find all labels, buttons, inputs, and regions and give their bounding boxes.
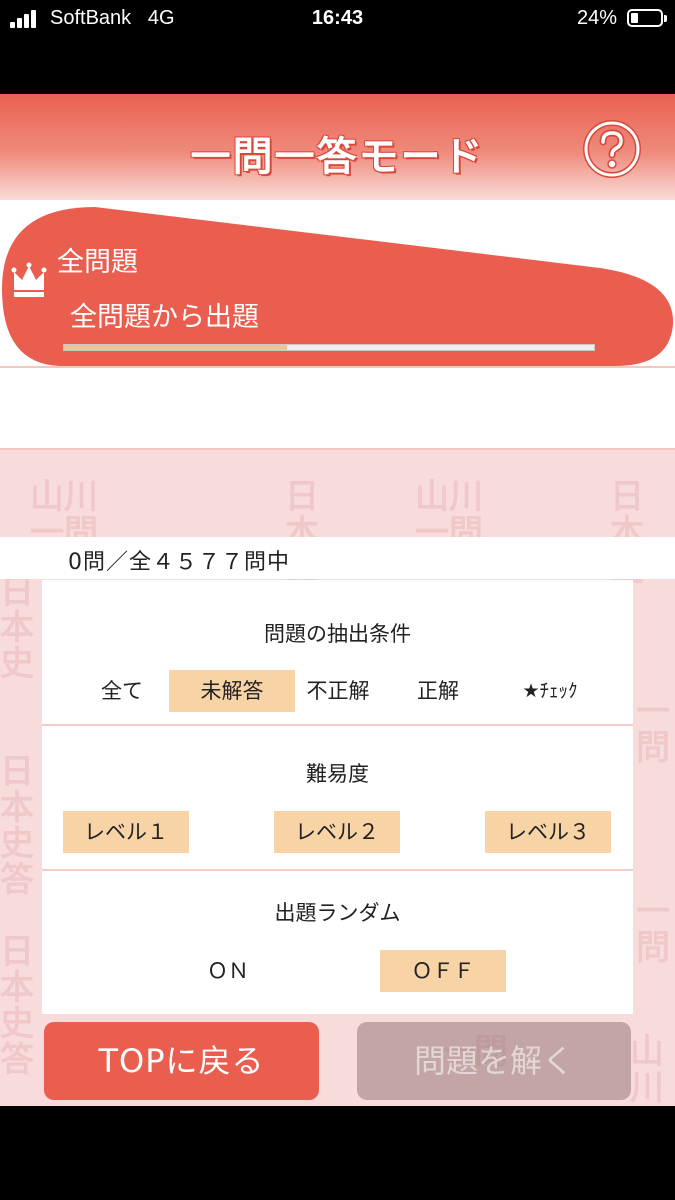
header-bar: 一問一答モード xyxy=(0,94,675,200)
back-to-top-button[interactable]: TOPに戻る xyxy=(44,1022,319,1100)
extract-title: 問題の抽出条件 xyxy=(264,622,411,646)
divider xyxy=(0,366,675,368)
battery-icon xyxy=(627,9,667,27)
divider xyxy=(0,448,675,450)
progress-bar xyxy=(63,344,595,351)
random-on[interactable]: ＯＮ xyxy=(190,950,266,992)
section-divider xyxy=(42,724,633,726)
watermark: 日本史 xyxy=(0,572,34,684)
battery-percent: 24% xyxy=(576,7,617,29)
difficulty-level-2[interactable]: レベル２ xyxy=(274,811,400,853)
watermark: 一問 xyxy=(636,892,670,968)
phone-screen: SoftBank 4G 16:43 24% 山川一問 日本史 山川一問 日本史 … xyxy=(0,0,675,1200)
progress-fill xyxy=(64,345,287,350)
watermark: 一問 xyxy=(636,692,670,768)
extract-option-check[interactable]: ★ﾁｪｯｸ xyxy=(505,670,595,712)
question-count: 0問／全４５７７問中 xyxy=(68,550,290,575)
category-title: 全問題 xyxy=(57,247,138,278)
solve-button[interactable]: 問題を解く xyxy=(357,1022,631,1100)
status-bar: SoftBank 4G 16:43 24% xyxy=(0,0,675,40)
clock: 16:43 xyxy=(311,7,364,29)
difficulty-title: 難易度 xyxy=(306,762,369,786)
watermark: 日本史答 xyxy=(0,752,34,900)
category-subtitle: 全問題から出題 xyxy=(70,302,259,333)
random-off[interactable]: ＯＦＦ xyxy=(380,950,506,992)
difficulty-level-3[interactable]: レベル３ xyxy=(485,811,611,853)
extract-option-correct[interactable]: 正解 xyxy=(408,670,468,712)
watermark: 山川 xyxy=(630,1032,664,1106)
section-divider xyxy=(42,869,633,871)
watermark: 日本史答 xyxy=(0,932,34,1080)
page-title: 一問一答モード xyxy=(190,134,485,180)
extract-option-unanswered[interactable]: 未解答 xyxy=(169,670,295,712)
difficulty-level-1[interactable]: レベル１ xyxy=(63,811,189,853)
app-content: 山川一問 日本史 山川一問 日本史 日本史 日本史答 日本史答 一問 一問 一問… xyxy=(0,94,675,1106)
random-title: 出題ランダム xyxy=(274,901,401,925)
extract-option-incorrect[interactable]: 不正解 xyxy=(298,670,378,712)
question-circle-icon[interactable] xyxy=(583,120,641,178)
extract-option-all[interactable]: 全て xyxy=(92,670,152,712)
